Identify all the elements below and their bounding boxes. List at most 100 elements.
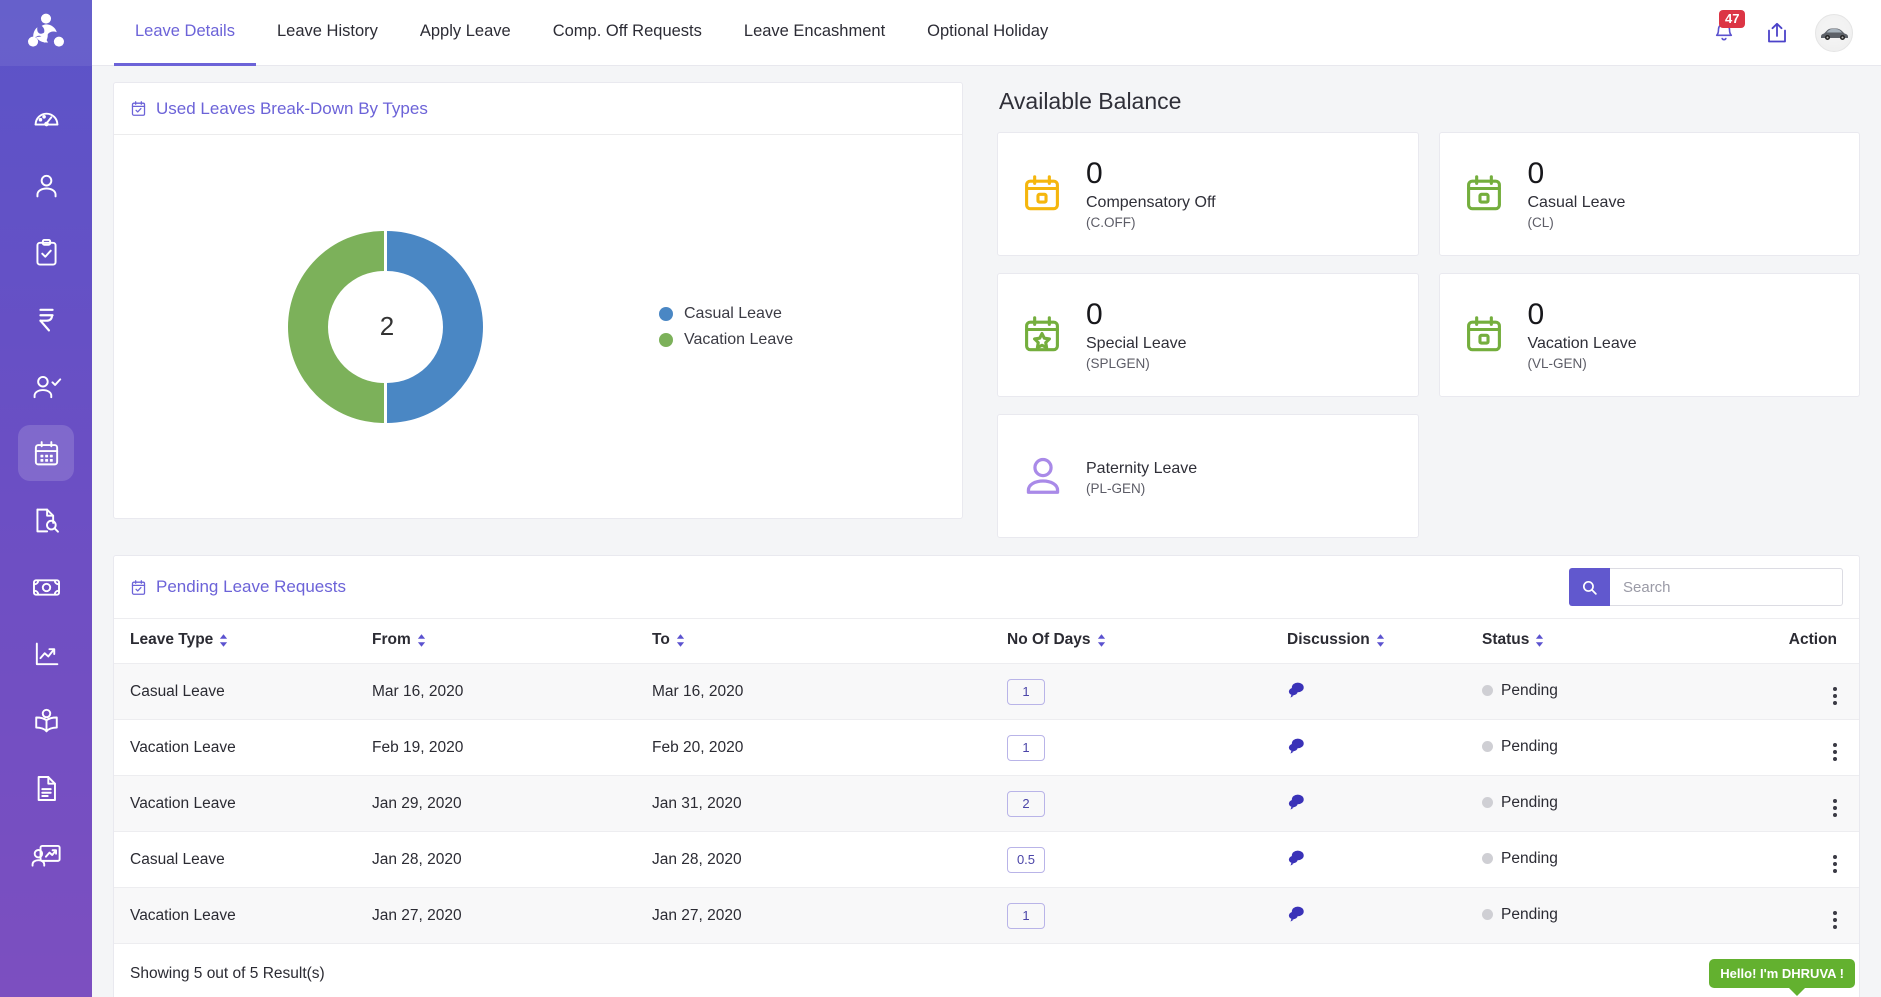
balance-card-casual-leave[interactable]: 0 Casual Leave (CL): [1438, 132, 1860, 256]
balance-card-text: Paternity Leave (PL-GEN): [1086, 456, 1197, 496]
sidebar-item-learning[interactable]: [18, 693, 74, 749]
chat-icon: [1288, 682, 1304, 698]
balance-card-vacation-leave[interactable]: 0 Vacation Leave (VL-GEN): [1438, 273, 1860, 397]
column-label: Action: [1788, 631, 1837, 648]
cell-leave-type: Vacation Leave: [114, 775, 372, 832]
tab-leave-encashment[interactable]: Leave Encashment: [723, 0, 906, 66]
sidebar-item-tasks[interactable]: [18, 224, 74, 280]
legend-item-vacation-leave[interactable]: Vacation Leave: [659, 331, 793, 349]
pending-leave-requests-card: Pending Leave Requests Leave Type: [113, 555, 1860, 997]
cell-action[interactable]: [1722, 775, 1859, 832]
sidebar-item-documents[interactable]: [18, 492, 74, 548]
sidebar-item-profile[interactable]: [18, 157, 74, 213]
column-header-no-of-days[interactable]: No Of Days: [1007, 618, 1287, 664]
sidebar-item-payroll[interactable]: [18, 291, 74, 347]
column-header-from[interactable]: From: [372, 618, 652, 664]
cell-discussion[interactable]: [1287, 831, 1482, 888]
balance-card-icon-wrap: [1462, 313, 1528, 357]
available-balance-title: Available Balance: [999, 88, 1182, 114]
cell-no-of-days: 1: [1007, 719, 1287, 776]
share-button[interactable]: [1765, 21, 1789, 45]
search-input[interactable]: [1610, 568, 1843, 606]
cell-action[interactable]: [1722, 887, 1859, 944]
balance-card-value: 0: [1527, 156, 1545, 190]
sidebar-item-reports[interactable]: [18, 760, 74, 816]
cell-from: Feb 19, 2020: [372, 719, 652, 776]
kebab-icon[interactable]: [1833, 855, 1837, 873]
column-header-to[interactable]: To: [652, 618, 1007, 664]
sidebar-item-attendance[interactable]: [18, 358, 74, 414]
share-icon: [1768, 22, 1786, 42]
status-dot: [1482, 853, 1493, 865]
kebab-icon[interactable]: [1833, 687, 1837, 705]
legend-label: Casual Leave: [684, 304, 782, 322]
cell-no-of-days: 2: [1007, 775, 1287, 832]
notifications-button[interactable]: 47: [1709, 9, 1746, 53]
table-row[interactable]: Vacation Leave Jan 29, 2020 Jan 31, 2020…: [114, 775, 1859, 832]
balance-card-paternity-leave[interactable]: Paternity Leave (PL-GEN): [997, 414, 1419, 538]
status-label: Pending: [1501, 849, 1558, 867]
calendar-square-icon: [1466, 175, 1501, 211]
column-header-discussion[interactable]: Discussion: [1287, 618, 1482, 664]
kebab-icon[interactable]: [1833, 743, 1837, 761]
cell-discussion[interactable]: [1287, 887, 1482, 944]
balance-card-icon-wrap: [1020, 453, 1086, 499]
column-header-status[interactable]: Status: [1482, 618, 1722, 664]
tab-label: Leave History: [276, 22, 378, 40]
kebab-icon[interactable]: [1833, 799, 1837, 817]
balance-card-special-leave[interactable]: 0 Special Leave (SPLGEN): [997, 273, 1419, 397]
document-search-icon: [35, 508, 59, 533]
table-row[interactable]: Vacation Leave Jan 27, 2020 Jan 27, 2020…: [114, 887, 1859, 944]
tab-leave-details[interactable]: Leave Details: [114, 0, 256, 66]
kebab-icon[interactable]: [1833, 911, 1837, 929]
cell-action[interactable]: [1722, 831, 1859, 888]
sidebar-item-expenses[interactable]: [18, 559, 74, 615]
balance-card-compensatory-off[interactable]: 0 Compensatory Off (C.OFF): [997, 132, 1419, 256]
app-logo[interactable]: [0, 0, 92, 66]
person-icon: [1026, 457, 1060, 494]
table-row[interactable]: Casual Leave Jan 28, 2020 Jan 28, 2020 0…: [114, 831, 1859, 888]
balance-card-value: 0: [1086, 297, 1103, 331]
sidebar-item-performance[interactable]: [18, 626, 74, 682]
donut-slice-vacation-leave: [287, 230, 384, 423]
legend-label: Vacation Leave: [684, 330, 794, 348]
search-button[interactable]: [1569, 568, 1610, 606]
cell-discussion[interactable]: [1287, 663, 1482, 720]
chat-icon: [1288, 850, 1304, 866]
balance-card-icon-wrap: [1020, 313, 1086, 357]
table-row[interactable]: Vacation Leave Feb 19, 2020 Feb 20, 2020…: [114, 719, 1859, 776]
donut-svg: 2: [287, 230, 483, 423]
cell-leave-type: Casual Leave: [114, 831, 372, 888]
status-label: Pending: [1501, 737, 1558, 755]
tab-leave-history[interactable]: Leave History: [256, 0, 399, 66]
table-row[interactable]: Casual Leave Mar 16, 2020 Mar 16, 2020 1…: [114, 663, 1859, 720]
chat-icon: [1288, 906, 1304, 922]
balance-card-code: (PL-GEN): [1086, 481, 1146, 496]
money-note-icon: [32, 578, 60, 596]
cell-action[interactable]: [1722, 719, 1859, 776]
legend-swatch: [659, 306, 673, 321]
sidebar-item-leave[interactable]: [18, 425, 74, 481]
column-label: Discussion: [1287, 631, 1370, 648]
available-balance-panel: Available Balance 0 Compensatory Off (C.…: [997, 82, 1860, 538]
legend-item-casual-leave[interactable]: Casual Leave: [659, 305, 793, 323]
cell-to: Jan 28, 2020: [652, 831, 1007, 888]
tab-apply-leave[interactable]: Apply Leave: [399, 0, 532, 66]
cell-from: Mar 16, 2020: [372, 663, 652, 720]
tab-comp-off-requests[interactable]: Comp. Off Requests: [532, 0, 723, 66]
cell-discussion[interactable]: [1287, 775, 1482, 832]
avatar[interactable]: [1815, 13, 1853, 52]
cell-discussion[interactable]: [1287, 719, 1482, 776]
balance-card-code: (SPLGEN): [1086, 356, 1150, 372]
tab-label: Optional Holiday: [927, 22, 1049, 40]
chat-widget-bubble[interactable]: Hello! I'm DHRUVA !: [1709, 959, 1855, 996]
notification-badge: 47: [1719, 9, 1746, 28]
cell-status: Pending: [1482, 663, 1722, 720]
column-header-leave-type[interactable]: Leave Type: [114, 618, 372, 664]
cell-action[interactable]: [1722, 663, 1859, 720]
donut-slice-casual-leave: [386, 230, 483, 423]
sidebar-item-dashboard[interactable]: [18, 90, 74, 146]
cell-to: Mar 16, 2020: [652, 663, 1007, 720]
tab-optional-holiday[interactable]: Optional Holiday: [906, 0, 1069, 66]
sidebar-item-training[interactable]: [18, 827, 74, 883]
